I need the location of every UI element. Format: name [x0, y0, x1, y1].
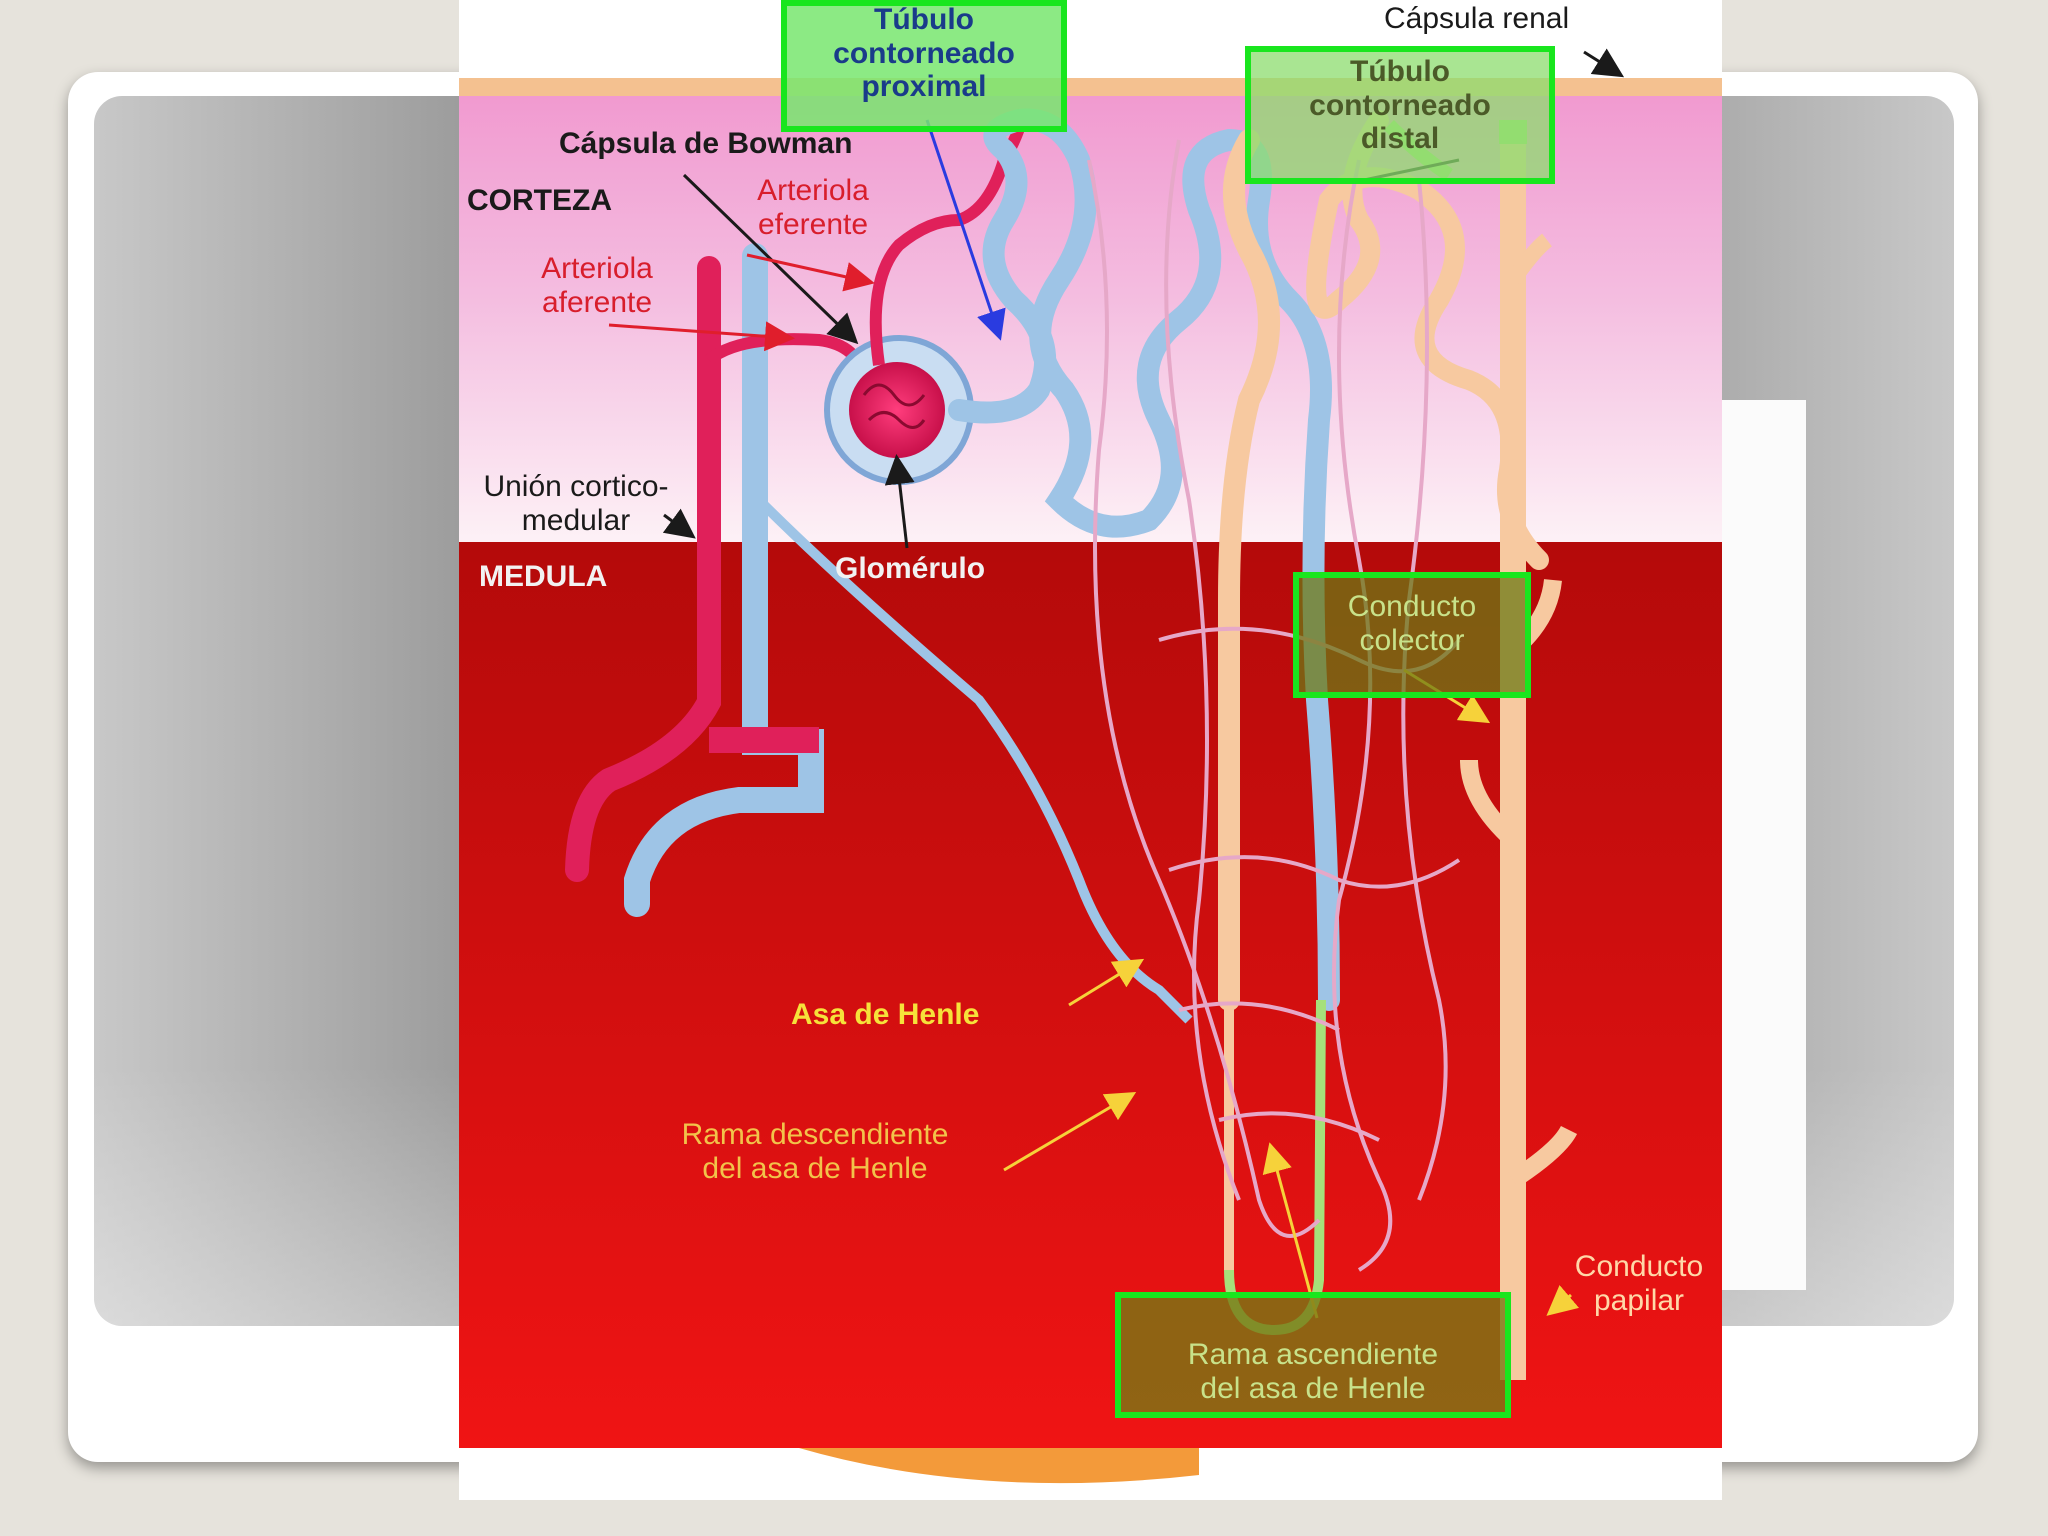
- label-medula: MEDULA: [479, 560, 608, 593]
- glomerulus: [849, 362, 945, 458]
- label-rama-descendiente: Rama descendiente del asa de Henle: [681, 1118, 949, 1185]
- nephron-diagram: Cápsula renal Túbulo contorneado proxima…: [459, 0, 1722, 1500]
- label-capsula-bowman: Cápsula de Bowman: [559, 127, 853, 160]
- label-union-corticomedular: Unión cortico- medular: [483, 470, 669, 537]
- label-conducto-colector: Conducto colector: [1347, 590, 1477, 657]
- label-tubulo-distal: Túbulo contorneado distal: [1309, 55, 1491, 156]
- label-corteza: CORTEZA: [467, 184, 612, 217]
- label-asa-henle: Asa de Henle: [791, 998, 980, 1031]
- label-rama-ascendiente: Rama ascendiente del asa de Henle: [1187, 1338, 1439, 1405]
- nephron-illustration: [459, 0, 1722, 1500]
- label-tubulo-proximal: Túbulo contorneado proximal: [833, 3, 1015, 104]
- label-glomerulo: Glomérulo: [835, 552, 986, 585]
- medulla-region: [459, 542, 1722, 1448]
- label-arteriola-aferente: Arteriola aferente: [541, 252, 653, 319]
- label-conducto-papilar: Conducto papilar: [1574, 1250, 1704, 1317]
- label-arteriola-eferente: Arteriola eferente: [757, 174, 869, 241]
- label-capsula-renal: Cápsula renal: [1384, 2, 1570, 35]
